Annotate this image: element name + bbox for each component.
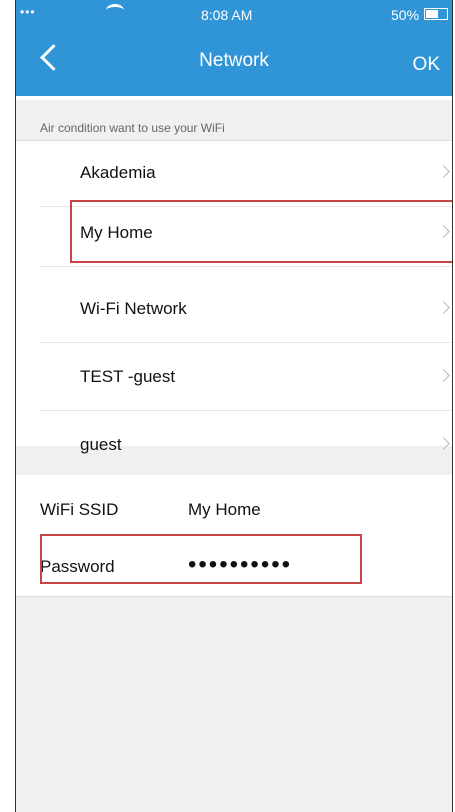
password-field[interactable]: [186, 550, 370, 580]
status-bar: ••• 8:08 AM 50%: [16, 0, 452, 30]
status-time: 8:08 AM: [201, 7, 253, 23]
chevron-right-icon: [437, 165, 450, 178]
ssid-row: WiFi SSID My Home: [40, 479, 452, 535]
network-item-guest[interactable]: guest: [40, 413, 452, 479]
network-label: TEST -guest: [80, 367, 176, 386]
page-title: Network: [199, 50, 269, 71]
password-row: Password: [40, 536, 452, 592]
network-label: Akademia: [80, 163, 156, 182]
header-divider: [16, 96, 452, 100]
network-list: Akademia My Home Wi-Fi Network TEST -gue…: [16, 140, 452, 454]
chevron-right-icon: [437, 301, 450, 314]
battery-percent: 50%: [391, 7, 420, 23]
chevron-right-icon: [437, 225, 450, 238]
signal-icon: •••: [20, 5, 36, 19]
network-item-wifi-network[interactable]: Wi-Fi Network: [40, 277, 452, 343]
network-label: guest: [80, 435, 122, 454]
ok-button[interactable]: OK: [413, 54, 440, 76]
ssid-label: WiFi SSID: [40, 500, 119, 519]
phone-screen: ••• 8:08 AM 50% Network OK Air condition…: [15, 0, 453, 812]
password-label: Password: [40, 557, 115, 576]
ssid-value: My Home: [188, 500, 261, 519]
battery-icon: [424, 8, 448, 20]
header: ••• 8:08 AM 50% Network OK: [16, 0, 452, 98]
network-label: My Home: [80, 223, 153, 242]
network-label: Wi-Fi Network: [80, 299, 187, 318]
wifi-hint: Air condition want to use your WiFi: [40, 121, 225, 135]
wifi-icon: [106, 4, 124, 17]
nav-bar: Network OK: [16, 30, 452, 96]
chevron-right-icon: [437, 369, 450, 382]
chevron-right-icon: [437, 437, 450, 450]
network-item-akademia[interactable]: Akademia: [40, 141, 452, 207]
wifi-form: WiFi SSID My Home Password: [16, 475, 452, 596]
network-item-my-home[interactable]: My Home: [40, 201, 452, 267]
form-divider: [16, 596, 452, 597]
network-item-test-guest[interactable]: TEST -guest: [40, 345, 452, 411]
